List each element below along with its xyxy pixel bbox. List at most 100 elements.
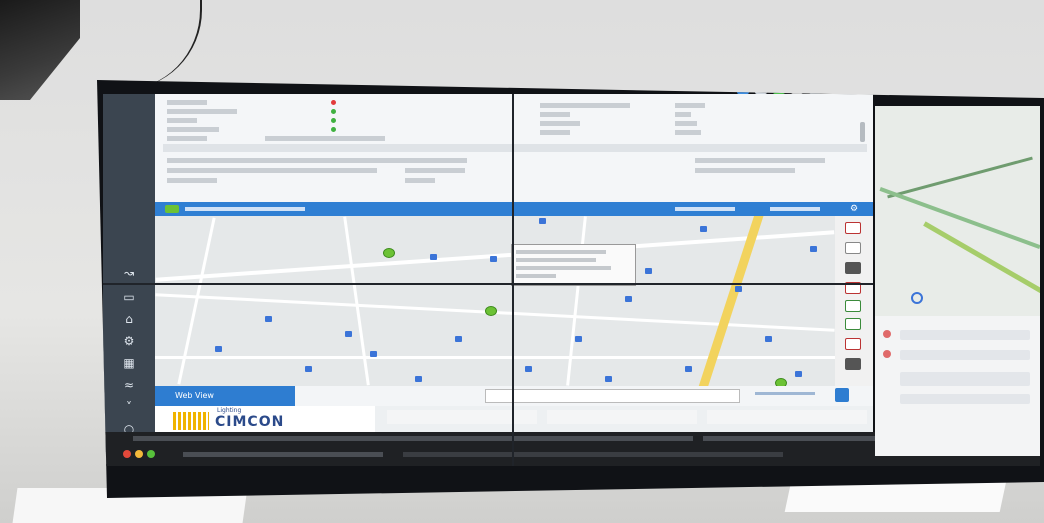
map-marker[interactable] [370, 351, 377, 357]
map-marker[interactable] [455, 336, 462, 342]
map-marker[interactable] [605, 376, 612, 382]
locate-button[interactable] [835, 388, 849, 402]
map-marker[interactable] [700, 226, 707, 232]
info-value [405, 168, 465, 173]
minimize-icon[interactable] [135, 450, 143, 458]
map-route [887, 156, 1033, 199]
map-marker[interactable] [215, 346, 222, 352]
list-item[interactable] [900, 394, 1030, 404]
street-map[interactable] [155, 216, 835, 386]
list-icon [883, 350, 891, 358]
info-row [167, 158, 467, 163]
map-marker[interactable] [810, 246, 817, 252]
list-item[interactable] [900, 372, 1030, 386]
map-footer: Web View [155, 386, 873, 406]
route-map[interactable] [875, 106, 1040, 316]
layer-toggle-icon[interactable] [845, 300, 861, 312]
scrollbar-thumb[interactable] [860, 122, 865, 142]
address-bar[interactable] [403, 452, 783, 457]
layer-toggle-icon[interactable] [845, 358, 861, 370]
map-tooltip [511, 244, 636, 286]
info-value [265, 136, 385, 141]
screen-seam [512, 94, 514, 466]
search-input[interactable] [485, 389, 740, 403]
status-text [770, 207, 820, 211]
list-item[interactable] [900, 330, 1030, 340]
footer-field [707, 410, 867, 424]
map-marker[interactable] [625, 296, 632, 302]
list-item[interactable] [900, 350, 1030, 360]
settings-icon[interactable]: ⚙ [121, 334, 137, 348]
map-marker[interactable] [575, 336, 582, 342]
map-road [343, 216, 370, 386]
info-value [675, 103, 705, 108]
info-value [675, 121, 697, 126]
layer-toggle-icon[interactable] [845, 262, 861, 274]
layer-toggle-icon[interactable] [845, 338, 861, 350]
info-label [167, 136, 207, 141]
map-marker[interactable] [765, 336, 772, 342]
map-marker[interactable] [415, 376, 422, 382]
info-value [675, 112, 691, 117]
status-dot-green [331, 109, 336, 114]
device-info-panel [155, 94, 873, 202]
info-label [540, 121, 580, 126]
layer-toggle-icon[interactable] [845, 318, 861, 330]
maximize-icon[interactable] [147, 450, 155, 458]
light-node-marker[interactable] [383, 248, 395, 258]
location-marker[interactable] [911, 292, 923, 304]
map-marker[interactable] [490, 256, 497, 262]
screen-seam [103, 283, 873, 285]
map-route [923, 221, 1040, 296]
status-text [185, 207, 305, 211]
wave-icon[interactable]: ≈ [121, 378, 137, 392]
status-dot-green [331, 127, 336, 132]
map-marker[interactable] [265, 316, 272, 322]
status-dot-red [331, 100, 336, 105]
info-label [167, 109, 237, 114]
info-label [540, 103, 630, 108]
status-text [675, 207, 735, 211]
info-row [167, 168, 377, 173]
map-route [879, 187, 1040, 249]
online-badge [165, 205, 179, 213]
logo-text: CIMCON [215, 414, 285, 430]
browser-tab[interactable] [183, 452, 383, 457]
map-marker[interactable] [345, 331, 352, 337]
map-marker[interactable] [305, 366, 312, 372]
web-view-tab[interactable]: Web View [155, 386, 295, 406]
logo-mark [173, 412, 209, 430]
layer-toggle-icon[interactable] [845, 222, 861, 234]
map-marker[interactable] [430, 254, 437, 260]
info-label [167, 100, 207, 105]
light-node-marker[interactable] [775, 378, 787, 386]
taskbar-apps[interactable] [133, 436, 693, 441]
map-road [566, 216, 587, 386]
app-sidebar: ↝ ▭ ⌂ ⚙ ▦ ≈ ˅ ○ » [103, 94, 155, 458]
light-node-marker[interactable] [485, 306, 497, 316]
info-label [540, 130, 570, 135]
map-road [177, 217, 216, 385]
arrow-icon[interactable]: ↝ [121, 266, 137, 280]
right-screen [875, 106, 1040, 456]
settings-icon[interactable]: ⚙ [850, 204, 858, 214]
logo-caption: Lighting [217, 407, 242, 414]
map-scale [755, 392, 815, 395]
close-icon[interactable] [123, 450, 131, 458]
layer-toggle-icon[interactable] [845, 242, 861, 254]
footer-field [547, 410, 697, 424]
info-row [695, 158, 825, 163]
chevron-down-icon[interactable]: ˅ [121, 400, 137, 414]
map-marker[interactable] [525, 366, 532, 372]
map-marker[interactable] [685, 366, 692, 372]
map-marker[interactable] [735, 286, 742, 292]
info-label [540, 112, 570, 117]
map-marker[interactable] [539, 218, 546, 224]
grid-icon[interactable]: ▦ [121, 356, 137, 370]
info-row [695, 168, 795, 173]
map-marker[interactable] [645, 268, 652, 274]
map-marker[interactable] [795, 371, 802, 377]
monitor-icon[interactable]: ▭ [121, 290, 137, 304]
route-list [875, 316, 1040, 456]
building-icon[interactable]: ⌂ [121, 312, 137, 326]
